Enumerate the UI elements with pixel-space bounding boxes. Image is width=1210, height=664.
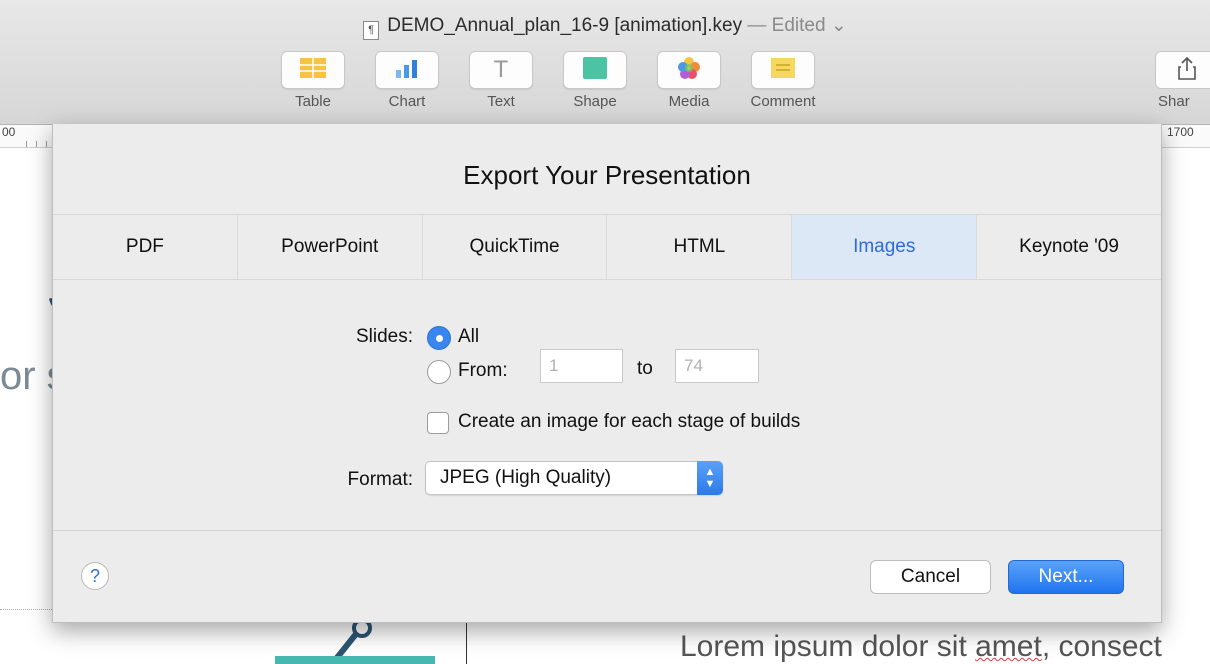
edited-status[interactable]: — Edited — [747, 15, 825, 36]
help-button[interactable]: ? — [81, 562, 109, 590]
slides-label: Slides: — [355, 326, 413, 347]
window-title: ¶ DEMO_Annual_plan_16-9 [animation].key —… — [0, 14, 1210, 40]
footer-divider — [53, 530, 1161, 531]
comment-button[interactable]: Comment — [748, 51, 818, 110]
format-select-value: JPEG (High Quality) — [440, 467, 612, 488]
chart-icon — [394, 58, 420, 83]
tab-pdf[interactable]: PDF — [53, 215, 238, 279]
ruler-right: 1700 — [1161, 125, 1210, 148]
share-button[interactable]: Shar — [1155, 51, 1210, 110]
slide-vertical-line — [466, 622, 467, 664]
shape-icon — [583, 56, 607, 84]
table-icon — [300, 57, 326, 83]
cancel-button[interactable]: Cancel — [870, 560, 991, 594]
comment-icon — [771, 57, 795, 83]
table-label: Table — [295, 93, 331, 110]
document-name: DEMO_Annual_plan_16-9 [animation].key — [387, 15, 743, 36]
radio-from[interactable] — [427, 360, 451, 384]
from-slide-field[interactable]: 1 — [540, 349, 623, 383]
updown-chevron-icon: ▲ ▼ — [697, 461, 723, 495]
media-icon — [677, 56, 701, 85]
export-dialog: Export Your Presentation PDF PowerPoint … — [52, 124, 1162, 623]
text-label: Text — [487, 93, 515, 110]
tab-keynote-09[interactable]: Keynote '09 — [977, 215, 1161, 279]
ruler-tick — [26, 141, 27, 147]
dialog-title: Export Your Presentation — [463, 160, 751, 190]
tab-quicktime[interactable]: QuickTime — [423, 215, 608, 279]
chart-button[interactable]: Chart — [372, 51, 442, 110]
media-label: Media — [668, 93, 710, 110]
ruler-tick — [36, 141, 37, 147]
radio-all-label: All — [458, 326, 480, 347]
tab-powerpoint[interactable]: PowerPoint — [238, 215, 423, 279]
table-button[interactable]: Table — [278, 51, 348, 110]
slide-teal-bar — [275, 656, 435, 664]
text-icon: T — [493, 56, 509, 83]
export-format-tabs: PDF PowerPoint QuickTime HTML Images Key… — [53, 214, 1161, 280]
ruler-label-right: 1700 — [1167, 125, 1194, 139]
tab-images[interactable]: Images — [792, 215, 978, 279]
ruler-tick — [46, 141, 47, 147]
shape-button[interactable]: Shape — [560, 51, 630, 110]
slide-body-text-start: Lorem ipsum dolor sit — [680, 630, 976, 663]
share-label: Shar — [1158, 93, 1190, 110]
ruler-label-left: 00 — [2, 125, 16, 139]
window-toolbar: ¶ DEMO_Annual_plan_16-9 [animation].key —… — [0, 0, 1210, 125]
radio-all[interactable] — [427, 326, 451, 350]
to-slide-field[interactable]: 74 — [675, 349, 759, 383]
slide-dotted-line — [0, 609, 52, 610]
shape-label: Shape — [573, 93, 617, 110]
to-label: to — [637, 358, 653, 379]
text-button[interactable]: T Text — [466, 51, 536, 110]
format-label: Format: — [347, 469, 413, 490]
radio-from-label: From: — [458, 360, 508, 381]
chart-label: Chart — [388, 93, 426, 110]
media-button[interactable]: Media — [654, 51, 724, 110]
next-button[interactable]: Next... — [1008, 560, 1124, 594]
slide-body-text-end: , consect — [1041, 630, 1162, 663]
slide-body-text: Lorem ipsum dolor sit amet, consect — [680, 630, 1162, 664]
keynote-document-icon: ¶ — [363, 21, 380, 40]
builds-checkbox-label: Create an image for each stage of builds — [458, 411, 801, 432]
chevron-down-icon[interactable]: ⌄ — [831, 15, 847, 36]
comment-label: Comment — [750, 93, 816, 110]
ruler-left: 00 — [0, 125, 54, 148]
format-select[interactable]: JPEG (High Quality) ▲ ▼ — [425, 461, 723, 495]
builds-checkbox[interactable] — [427, 412, 449, 434]
share-icon — [1178, 56, 1196, 85]
tab-html[interactable]: HTML — [607, 215, 793, 279]
slide-body-text-misspelled: amet — [975, 630, 1042, 663]
